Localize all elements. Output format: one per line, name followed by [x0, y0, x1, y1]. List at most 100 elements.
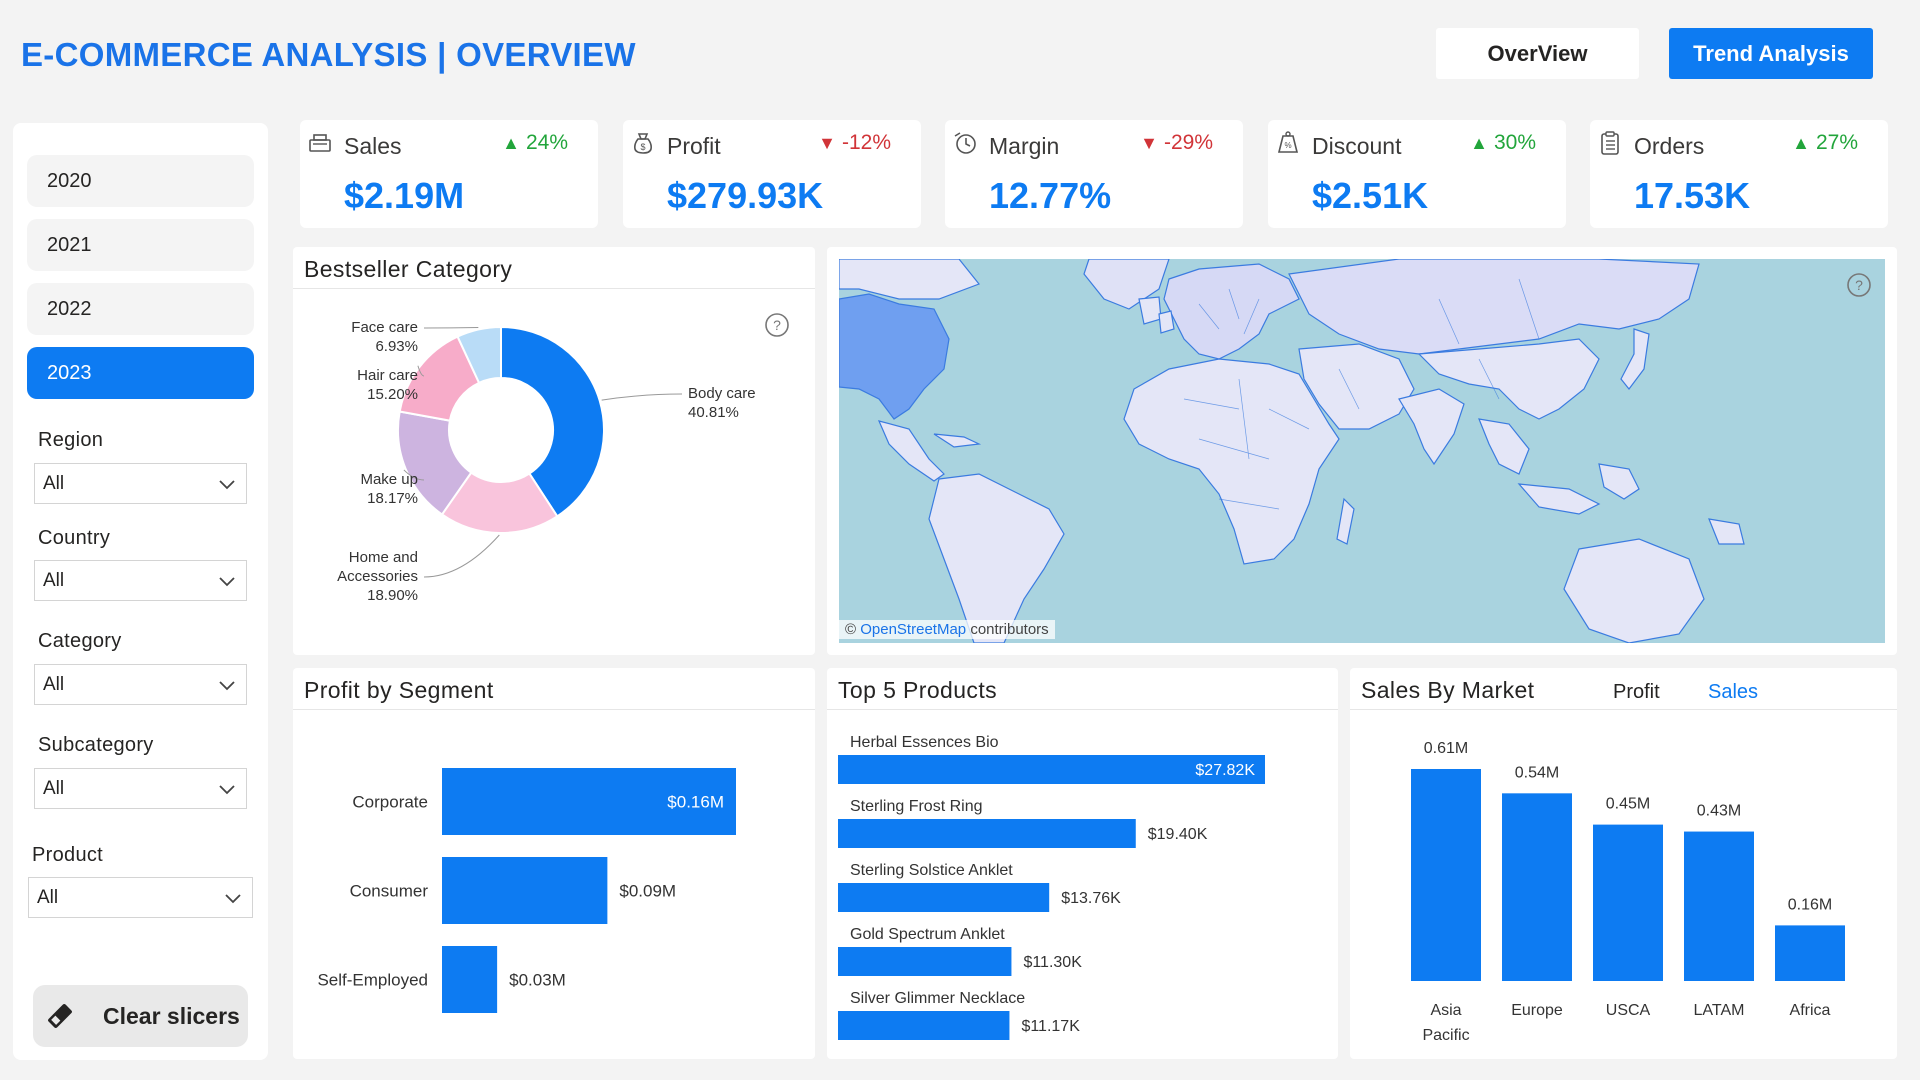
- category-label: Self-Employed: [317, 971, 428, 990]
- bar: [1411, 769, 1481, 981]
- data-label: $0.09M: [619, 882, 676, 901]
- subcategory-slicer-label: Subcategory: [38, 734, 154, 756]
- clipboard-icon: [1601, 131, 1619, 155]
- chevron-down-icon: [219, 480, 235, 490]
- data-label: $11.17K: [1021, 1018, 1080, 1035]
- kpi-change-value: -12%: [841, 131, 891, 154]
- product-label: Gold Spectrum Anklet: [850, 926, 1005, 943]
- product-dropdown[interactable]: All: [28, 877, 253, 918]
- bar: [838, 819, 1136, 848]
- svg-text:%: %: [1284, 141, 1291, 150]
- leader-line: [423, 534, 500, 578]
- kpi-value: $2.19M: [344, 175, 465, 216]
- category-slicer-label: Category: [38, 630, 122, 652]
- svg-text:$: $: [640, 142, 645, 152]
- slice-label: Home and: [349, 549, 418, 566]
- divider: [293, 709, 815, 710]
- subcategory-dropdown[interactable]: All: [34, 768, 247, 809]
- slice-value: 18.90%: [367, 587, 418, 604]
- data-label: 0.54M: [1515, 764, 1559, 781]
- divider: [827, 709, 1338, 710]
- region-slicer-label: Region: [38, 429, 104, 451]
- category-label: Pacific: [1422, 1027, 1469, 1044]
- clear-slicers-label: Clear slicers: [103, 1002, 240, 1029]
- kpi-card-discount: % Discount ▲ 30% $2.51K: [1268, 120, 1566, 228]
- product-slicer-label: Product: [32, 844, 104, 866]
- data-label: $13.76K: [1061, 890, 1121, 907]
- data-label: $0.16M: [667, 793, 724, 812]
- bar: [1593, 824, 1663, 981]
- discount-tag-icon: %: [1277, 131, 1299, 153]
- region-dropdown[interactable]: All: [34, 463, 247, 504]
- chevron-down-icon: [219, 785, 235, 795]
- divider: [1350, 709, 1897, 710]
- bar: [838, 947, 1012, 976]
- category-label: Africa: [1790, 1002, 1831, 1019]
- kpi-label: Sales: [344, 133, 402, 159]
- bar: [1502, 793, 1572, 981]
- country-dropdown[interactable]: All: [34, 560, 247, 601]
- category-dropdown-value: All: [43, 673, 65, 695]
- year-2023-button[interactable]: 2023: [27, 347, 254, 399]
- kpi-card-sales: Sales ▲ 24% $2.19M: [300, 120, 598, 228]
- bar: [442, 946, 498, 1013]
- triangle-up-icon: ▲: [502, 132, 520, 153]
- kpi-change-value: 24%: [525, 131, 568, 154]
- triangle-down-icon: ▼: [818, 132, 836, 153]
- kpi-value: $279.93K: [667, 175, 824, 216]
- kpi-change-value: 27%: [1815, 131, 1858, 154]
- sales-by-market-panel: Sales By Market Profit Sales 0.61M Asia Pa…: [1350, 668, 1897, 1059]
- chevron-down-icon: [219, 577, 235, 587]
- trend-analysis-nav-button[interactable]: Trend Analysis: [1669, 28, 1873, 79]
- leader-line: [601, 393, 683, 401]
- openstreetmap-link[interactable]: OpenStreetMap: [860, 621, 966, 638]
- kpi-change: ▲ 24%: [502, 131, 568, 155]
- kpi-value: 12.77%: [989, 175, 1112, 216]
- overview-nav-button[interactable]: OverView: [1436, 28, 1639, 79]
- svg-text:?: ?: [1855, 277, 1863, 293]
- category-label: LATAM: [1694, 1002, 1745, 1019]
- bar: [1684, 831, 1754, 981]
- map-panel: ? © OpenStreetMap contributors: [827, 247, 1897, 655]
- clear-slicers-button[interactable]: Clear slicers: [33, 985, 248, 1047]
- triangle-up-icon: ▲: [1792, 132, 1810, 153]
- data-label: $11.30K: [1023, 954, 1082, 971]
- data-label: $27.82K: [1195, 762, 1255, 779]
- chevron-down-icon: [219, 681, 235, 691]
- donut-chart: Body care 40.81% Home and Accessories 18.90%…: [337, 319, 756, 604]
- slice-label: Hair care: [357, 367, 418, 384]
- year-2020-button[interactable]: 2020: [27, 155, 254, 207]
- bar: [442, 857, 608, 924]
- top-products-panel: Top 5 Products Herbal Essences Bio $27.82…: [827, 668, 1338, 1059]
- category-dropdown[interactable]: All: [34, 664, 247, 705]
- help-icon[interactable]: ?: [1846, 272, 1872, 298]
- panel-title: Top 5 Products: [838, 677, 998, 703]
- product-label: Sterling Frost Ring: [850, 798, 983, 815]
- profit-by-segment-panel: Profit by Segment Corporate $0.16M Consume…: [293, 668, 815, 1059]
- category-label: Asia: [1430, 1002, 1461, 1019]
- slice-value: 40.81%: [688, 404, 739, 421]
- kpi-change-value: 30%: [1493, 131, 1536, 154]
- kpi-label: Discount: [1312, 133, 1402, 159]
- slice-label: Face care: [351, 319, 418, 336]
- sales-register-icon: [309, 134, 331, 152]
- world-map[interactable]: [839, 259, 1885, 643]
- slice-label: Make up: [360, 471, 418, 488]
- year-2022-button[interactable]: 2022: [27, 283, 254, 335]
- product-label: Herbal Essences Bio: [850, 734, 999, 751]
- bestseller-category-panel: Bestseller Category ? Body care 40.81% Hom…: [293, 247, 815, 655]
- kpi-change: ▼ -12%: [818, 131, 891, 155]
- slice-value: 18.17%: [367, 490, 418, 507]
- chevron-down-icon: [225, 894, 241, 904]
- kpi-change: ▲ 27%: [1792, 131, 1858, 155]
- slice-label: Body care: [688, 385, 756, 402]
- sales-toggle[interactable]: Sales: [1708, 681, 1758, 704]
- category-label: Consumer: [350, 882, 429, 901]
- country-slicer-label: Country: [38, 527, 111, 549]
- year-2021-button[interactable]: 2021: [27, 219, 254, 271]
- profit-toggle[interactable]: Profit: [1613, 681, 1660, 704]
- page-title: E-COMMERCE ANALYSIS | OVERVIEW: [21, 36, 636, 73]
- kpi-label: Orders: [1634, 133, 1705, 159]
- profit-by-segment-chart: Corporate $0.16M Consumer $0.09M Self-Employ…: [317, 768, 736, 1013]
- money-bag-icon: $: [634, 133, 652, 154]
